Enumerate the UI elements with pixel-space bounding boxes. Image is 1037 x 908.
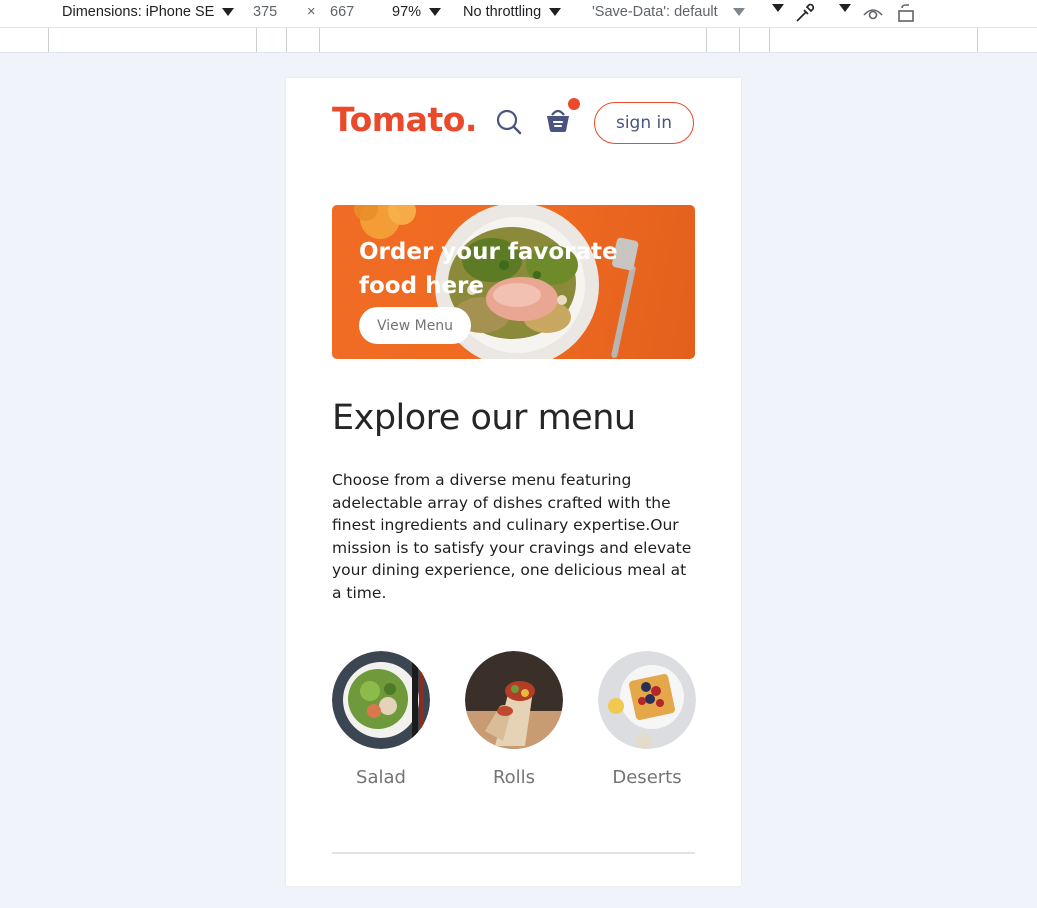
- rolls-image: [465, 651, 563, 749]
- zoom-label: 97%: [392, 4, 422, 20]
- menu-item-salad[interactable]: Salad: [331, 651, 431, 788]
- menu-item-label: Deserts: [612, 767, 682, 788]
- chevron-down-icon: [429, 8, 442, 16]
- salad-image: [332, 651, 430, 749]
- chevron-down-icon: [732, 8, 745, 16]
- rotate-icon[interactable]: [896, 3, 918, 23]
- eyedropper-icon[interactable]: [794, 2, 816, 24]
- cart-indicator-dot: [568, 98, 580, 110]
- chevron-down-icon: [772, 4, 784, 12]
- chevron-down-icon: [222, 8, 235, 16]
- save-data-dropdown[interactable]: 'Save-Data': default: [592, 4, 745, 20]
- ruler-tick: [319, 28, 320, 52]
- times-label: ×: [307, 4, 316, 20]
- eye-icon[interactable]: [862, 3, 884, 23]
- basket-icon[interactable]: [544, 106, 572, 134]
- more-options-dropdown[interactable]: [764, 4, 784, 12]
- search-icon[interactable]: [495, 108, 523, 136]
- ruler-tick: [256, 28, 257, 52]
- save-data-label: 'Save-Data': default: [592, 4, 718, 20]
- zoom-dropdown[interactable]: 97%: [392, 4, 442, 20]
- chevron-down-icon: [839, 4, 851, 12]
- logo[interactable]: Tomato.: [332, 100, 477, 139]
- dimensions-dropdown[interactable]: Dimensions: iPhone SE: [62, 4, 235, 20]
- sign-in-button[interactable]: sign in: [594, 102, 694, 144]
- ruler-tick: [48, 28, 49, 52]
- vision-dropdown[interactable]: [831, 4, 851, 12]
- menu-item-label: Salad: [356, 767, 406, 788]
- hero-banner: Order your favorate food here View Menu: [332, 205, 695, 359]
- height-input[interactable]: 667: [330, 4, 354, 20]
- width-input[interactable]: 375: [253, 4, 277, 20]
- ruler-tick: [739, 28, 740, 52]
- ruler-tick: [977, 28, 978, 52]
- dimensions-label: Dimensions: iPhone SE: [62, 4, 215, 20]
- menu-item-rolls[interactable]: Rolls: [464, 651, 564, 788]
- explore-menu-description: Choose from a diverse menu featuring ade…: [332, 471, 692, 602]
- media-query-ruler: [0, 28, 1037, 53]
- explore-menu-title: Explore our menu: [332, 398, 636, 438]
- menu-item-label: Rolls: [492, 767, 536, 788]
- view-menu-button[interactable]: View Menu: [359, 307, 471, 344]
- device-toolbar: Dimensions: iPhone SE 375 × 667 97% No t…: [0, 0, 1037, 28]
- divider: [332, 852, 695, 854]
- ruler-tick: [769, 28, 770, 52]
- chevron-down-icon: [549, 8, 562, 16]
- throttling-dropdown[interactable]: No throttling: [463, 4, 562, 20]
- ruler-tick: [286, 28, 287, 52]
- hero-title: Order your favorate food here: [359, 239, 618, 299]
- menu-item-deserts[interactable]: Deserts: [597, 651, 697, 788]
- device-viewport: Tomato. sign in Order your favorate food…: [286, 78, 741, 886]
- ruler-tick: [706, 28, 707, 52]
- throttling-label: No throttling: [463, 4, 542, 20]
- deserts-image: [598, 651, 696, 749]
